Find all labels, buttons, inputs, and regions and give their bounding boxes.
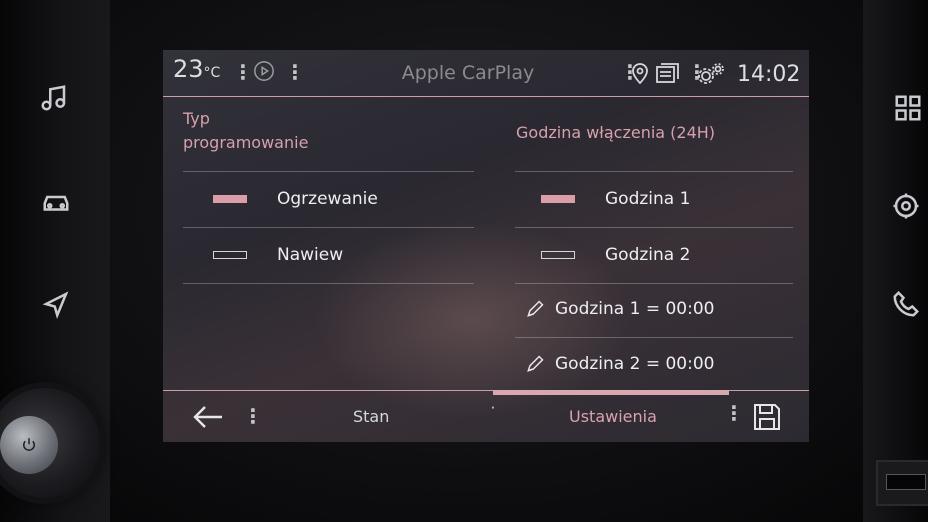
temperature-display[interactable]: 23°C	[173, 55, 220, 83]
music-button[interactable]	[36, 80, 72, 116]
edit-label: Godzina 1 = 00:00	[555, 299, 715, 319]
option-heating[interactable]: Ogrzewanie	[213, 171, 473, 227]
usb-port	[876, 460, 928, 506]
save-icon	[754, 404, 780, 430]
power-icon	[23, 438, 35, 451]
location-pin-button[interactable]	[631, 61, 649, 85]
bottom-bar: ⋮ Stan · Ustawienia ⋮	[163, 390, 809, 442]
program-type-heading-line2: programowanie	[183, 133, 309, 152]
app-title[interactable]: Apple CarPlay	[353, 62, 583, 84]
settings-icon	[893, 193, 919, 219]
gears-icon	[698, 63, 724, 84]
car-button[interactable]	[38, 184, 74, 220]
temperature-value: 23	[173, 55, 204, 83]
back-arrow-icon	[193, 406, 222, 428]
edit-label: Godzina 2 = 00:00	[555, 354, 715, 374]
option-label: Nawiew	[277, 245, 344, 265]
unselected-indicator	[213, 251, 247, 259]
edit-hour-1[interactable]: Godzina 1 = 00:00	[525, 281, 791, 337]
edit-hour-2[interactable]: Godzina 2 = 00:00	[525, 336, 791, 392]
temperature-unit: °C	[203, 65, 221, 81]
option-label: Godzina 2	[605, 245, 691, 265]
more-dots-icon[interactable]: ⋮	[233, 60, 253, 84]
messages-icon	[656, 63, 679, 83]
navigation-icon	[42, 291, 69, 319]
more-dots-icon[interactable]: ⋮	[285, 60, 305, 84]
back-button[interactable]	[191, 403, 225, 431]
right-button-panel	[863, 0, 928, 522]
selected-indicator	[213, 195, 247, 203]
phone-button[interactable]	[888, 286, 924, 322]
status-bar: 23°C ⋮ ⋮ Apple CarPlay ⋮ ⋮ 14:02	[163, 50, 809, 97]
save-button[interactable]	[751, 401, 783, 433]
tab-status[interactable]: Stan	[353, 407, 389, 426]
tab-settings[interactable]: Ustawienia	[569, 407, 657, 426]
divider	[183, 283, 474, 284]
option-hour-1[interactable]: Godzina 1	[541, 171, 791, 227]
phone-icon	[893, 290, 920, 317]
program-type-heading-line1: Typ	[183, 109, 210, 128]
separator-dot: ·	[491, 403, 495, 414]
music-icon	[41, 85, 66, 111]
apps-grid-icon	[895, 95, 921, 121]
selected-indicator	[541, 195, 575, 203]
power-button[interactable]	[0, 416, 58, 474]
more-dots-icon[interactable]: ⋮	[243, 404, 263, 428]
settings-button[interactable]	[888, 188, 924, 224]
messages-button[interactable]	[655, 61, 681, 85]
gears-button[interactable]	[697, 61, 725, 85]
pencil-icon	[525, 354, 545, 374]
clock: 14:02	[737, 62, 801, 87]
pencil-icon	[525, 299, 545, 319]
program-type-heading: Typ programowanie	[183, 107, 308, 155]
option-label: Godzina 1	[605, 189, 691, 209]
usb-slot	[886, 474, 926, 490]
option-ventilation[interactable]: Nawiew	[213, 227, 473, 283]
car-icon	[43, 195, 69, 211]
navigation-button[interactable]	[38, 286, 74, 322]
display-screen: 23°C ⋮ ⋮ Apple CarPlay ⋮ ⋮ 14:02 Typ pro…	[163, 50, 809, 442]
play-icon	[254, 61, 274, 81]
option-hour-2[interactable]: Godzina 2	[541, 227, 791, 283]
location-pin-icon	[632, 63, 648, 85]
apps-grid-button[interactable]	[890, 90, 926, 126]
active-tab-indicator	[493, 390, 729, 395]
option-label: Ogrzewanie	[277, 189, 378, 209]
more-dots-icon[interactable]: ⋮	[724, 401, 744, 425]
play-button[interactable]	[253, 60, 275, 82]
unselected-indicator	[541, 251, 575, 259]
start-time-heading: Godzina włączenia (24H)	[516, 123, 716, 142]
